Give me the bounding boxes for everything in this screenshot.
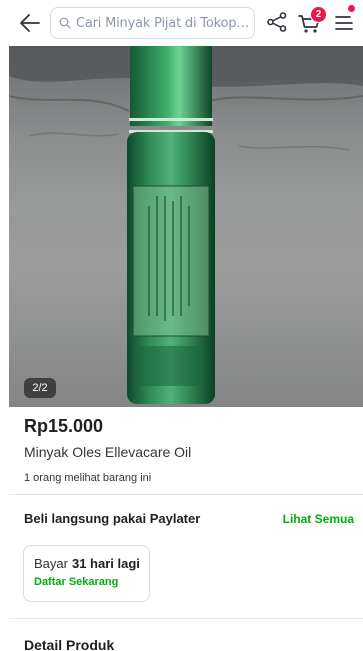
viewer-count: 1 orang melihat barang ini [24, 472, 152, 484]
product-price: Rp15.000 [24, 416, 104, 436]
product-image[interactable] [9, 46, 363, 407]
see-all-link[interactable]: Lihat Semua [283, 512, 354, 526]
divider [9, 618, 363, 619]
register-now-link[interactable]: Daftar Sekarang [34, 576, 149, 588]
back-arrow-icon[interactable] [18, 11, 42, 35]
cart-count-badge: 2 [310, 6, 327, 23]
top-bar: Cari Minyak Pijat di Tokope... 2 [0, 0, 363, 46]
product-name: Minyak Oles Ellevacare Oil [24, 444, 192, 460]
search-placeholder: Cari Minyak Pijat di Tokope... [76, 15, 254, 31]
search-input[interactable]: Cari Minyak Pijat di Tokope... [50, 7, 255, 39]
paylater-terms: Bayar 31 hari lagi [34, 556, 149, 571]
menu-icon[interactable] [333, 12, 355, 34]
share-icon[interactable] [266, 11, 288, 33]
paylater-prefix: Bayar [34, 556, 68, 571]
image-counter: 2/2 [24, 378, 56, 398]
paylater-days: 31 hari lagi [71, 556, 140, 571]
paylater-title: Beli langsung pakai Paylater [24, 511, 201, 526]
notification-dot [348, 5, 355, 12]
paylater-card[interactable]: Bayar 31 hari lagi Daftar Sekarang [23, 545, 150, 602]
divider [9, 494, 363, 495]
product-detail-heading: Detail Produk [24, 637, 115, 651]
search-icon [59, 17, 71, 29]
